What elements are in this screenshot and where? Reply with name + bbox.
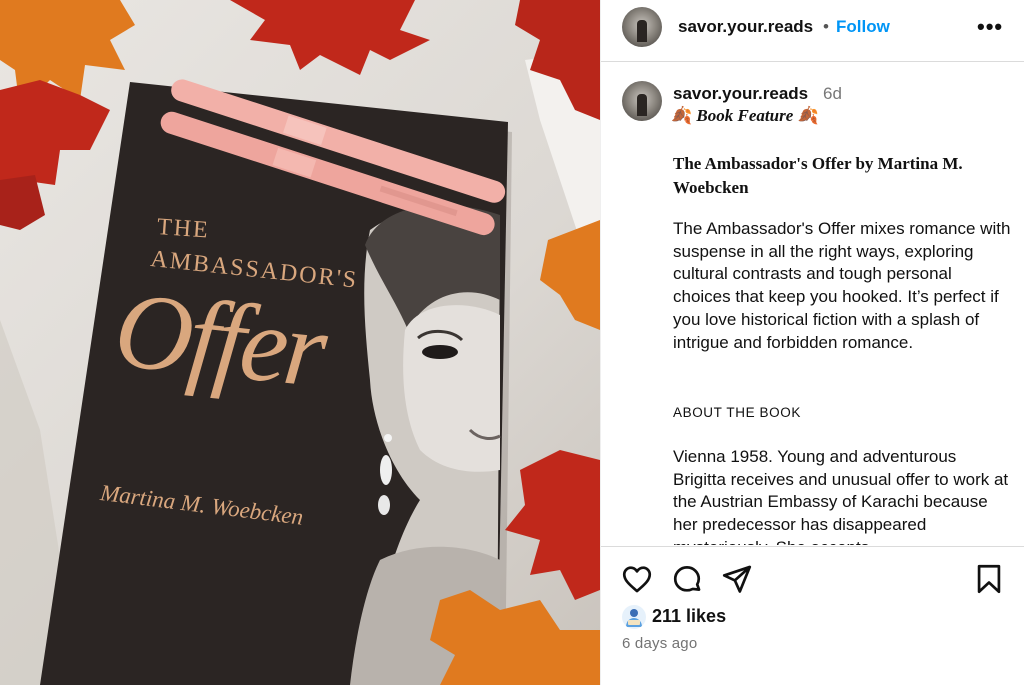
cover-title: Offer [109,269,329,411]
about-heading: ABOUT THE BOOK [673,405,801,420]
caption-timestamp[interactable]: 6d [823,84,842,104]
likes-count[interactable]: 211 likes [652,606,726,627]
post-header: savor.your.reads • Follow ••• [601,0,1024,62]
post-date[interactable]: 6 days ago [622,635,697,652]
about-body: Vienna 1958. Young and adventurous Brigi… [673,447,1009,545]
post-panel: savor.your.reads • Follow ••• savor.your… [600,0,1024,685]
caption-area[interactable]: savor.your.reads 6d 🍂 Book Feature 🍂 The… [601,62,1024,545]
heart-icon[interactable] [620,562,654,596]
cover-line-the: THE [156,214,211,244]
feature-text: Book Feature [696,106,794,125]
header-username[interactable]: savor.your.reads [678,17,813,37]
caption-body: The Ambassador's Offer mixes romance wit… [673,219,1011,352]
book-feature-label: 🍂 Book Feature 🍂 [671,106,819,126]
post-photo[interactable]: THE AMBASSADOR'S Offer Martina M. Woebck… [0,0,600,685]
header-separator: • [823,17,829,36]
caption-book-title: The Ambassador's Offer by Martina M. Woe… [673,154,963,197]
comment-icon[interactable] [670,562,704,596]
caption-username[interactable]: savor.your.reads [673,84,808,104]
share-icon[interactable] [720,562,754,596]
follow-button[interactable]: Follow [836,17,890,37]
bookmark-icon[interactable] [972,562,1006,596]
action-bar: 211 likes 6 days ago [601,546,1024,685]
fallen-leaf-icon: 🍂 [671,106,693,125]
fallen-leaf-icon: 🍂 [797,106,819,125]
liker-avatar[interactable] [622,605,646,629]
more-options-icon[interactable]: ••• [977,14,1003,40]
header-avatar[interactable] [622,7,662,47]
caption-avatar[interactable] [622,81,662,121]
